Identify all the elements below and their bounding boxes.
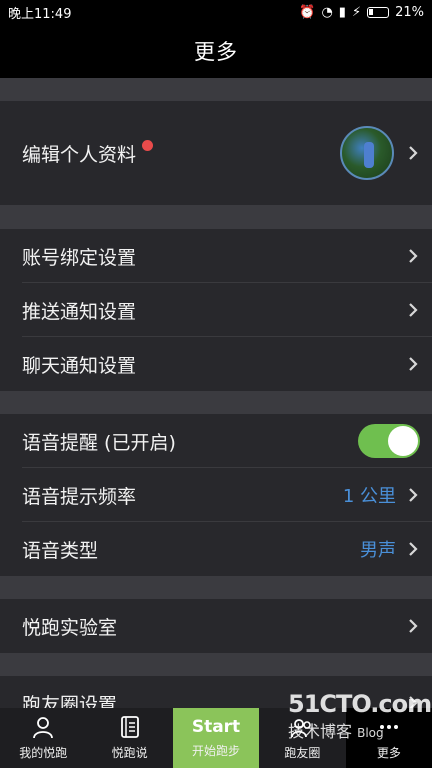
tab-label: 跑友圈 <box>284 746 321 760</box>
battery-percent: 21% <box>395 4 424 20</box>
friends-icon <box>291 719 312 738</box>
battery-icon <box>367 6 390 18</box>
voice-type-label: 语音类型 <box>22 539 99 562</box>
chevron-right-icon <box>409 249 418 263</box>
notification-dot <box>142 139 154 151</box>
voice-reminder-toggle[interactable] <box>358 424 420 458</box>
tab-label: 更多 <box>376 746 401 760</box>
voice-frequency-value: 1 公里 <box>342 486 396 507</box>
tab-label: 开始跑步 <box>192 744 241 758</box>
push-notification-row[interactable]: 推送通知设置 <box>0 283 432 337</box>
edit-profile-row[interactable]: 编辑个人资料 <box>0 101 432 205</box>
alarm-icon: ⏰ <box>299 4 316 20</box>
voice-reminder-label: 语音提醒 (已开启) <box>22 431 176 454</box>
status-time: 晚上11:49 <box>8 6 72 22</box>
chevron-right-icon <box>409 542 418 556</box>
tab-label: 悦跑说 <box>111 746 148 760</box>
voice-frequency-row[interactable]: 语音提示频率 1 公里 <box>0 468 432 522</box>
chevron-right-icon <box>409 146 418 160</box>
tab-more[interactable]: 更多 <box>345 708 432 768</box>
tab-friends-circle[interactable]: 跑友圈 <box>259 708 345 768</box>
friends-circle-row[interactable]: 跑友圈设置 <box>0 676 432 708</box>
voice-reminder-row: 语音提醒 (已开启) <box>0 414 432 468</box>
chevron-right-icon <box>409 619 418 633</box>
friends-circle-label: 跑友圈设置 <box>22 693 118 709</box>
status-bar: 晚上11:49 ⏰ ◔ ▮ ⚡ 21% <box>0 0 432 24</box>
voice-frequency-label: 语音提示频率 <box>22 485 137 508</box>
chevron-right-icon <box>409 357 418 371</box>
book-icon <box>120 716 139 738</box>
start-label: Start <box>191 717 241 737</box>
more-icon <box>379 725 398 729</box>
signal-icon: ▮ <box>338 4 346 20</box>
edit-profile-label: 编辑个人资料 <box>22 139 340 167</box>
chat-notification-row[interactable]: 聊天通知设置 <box>0 337 432 391</box>
voice-type-row[interactable]: 语音类型 男声 <box>0 522 432 576</box>
chevron-right-icon <box>409 696 418 708</box>
page-title: 更多 <box>194 40 238 64</box>
tab-label: 我的悦跑 <box>19 746 68 760</box>
settings-list[interactable]: 编辑个人资料 账号绑定设置 推送通知设置 聊天通知设置 语音提醒 (已开启) 语… <box>0 78 432 708</box>
wifi-icon: ◔ <box>321 4 333 20</box>
account-binding-row[interactable]: 账号绑定设置 <box>0 229 432 283</box>
avatar[interactable] <box>340 126 394 180</box>
running-lab-row[interactable]: 悦跑实验室 <box>0 599 432 653</box>
toggle-knob <box>388 426 418 456</box>
tab-bar: 我的悦跑 悦跑说 Start 开始跑步 跑友圈 更多 <box>0 708 432 768</box>
running-lab-label: 悦跑实验室 <box>22 616 118 639</box>
push-notification-label: 推送通知设置 <box>22 300 137 323</box>
start-running-button[interactable]: Start 开始跑步 <box>172 708 260 768</box>
chat-notification-label: 聊天通知设置 <box>22 354 137 377</box>
account-binding-label: 账号绑定设置 <box>22 246 137 269</box>
edit-profile-text: 编辑个人资料 <box>22 143 137 166</box>
status-icons: ⏰ ◔ ▮ ⚡ 21% <box>299 5 424 20</box>
charging-icon: ⚡ <box>351 4 362 20</box>
chevron-right-icon <box>409 488 418 502</box>
person-icon <box>33 717 54 739</box>
voice-type-value: 男声 <box>360 540 396 561</box>
chevron-right-icon <box>409 303 418 317</box>
tab-my-running[interactable]: 我的悦跑 <box>0 708 86 768</box>
tab-running-talk[interactable]: 悦跑说 <box>86 708 172 768</box>
nav-bar: 更多 <box>0 24 432 78</box>
